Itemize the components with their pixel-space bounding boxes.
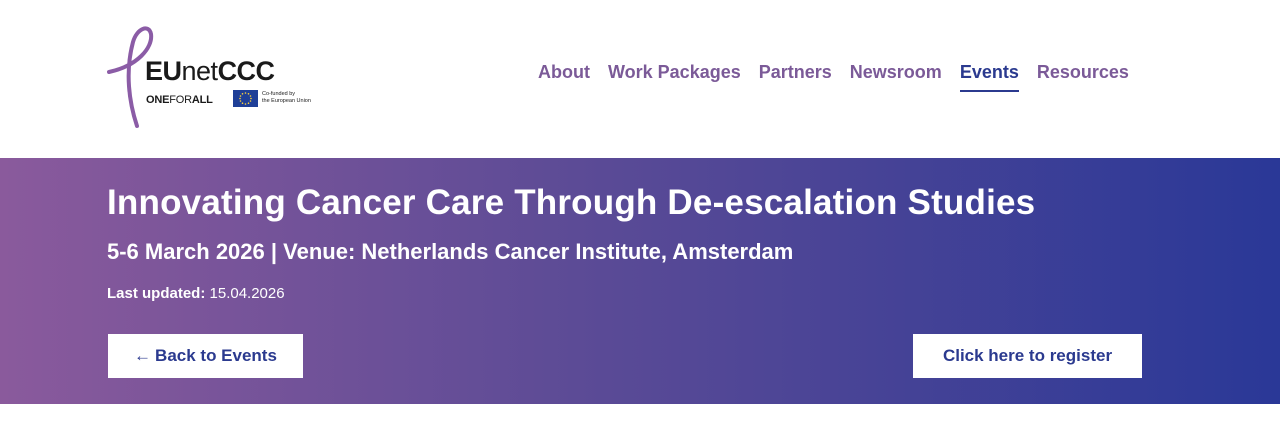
last-updated: Last updated: 15.04.2026 xyxy=(107,285,285,302)
event-title: Innovating Cancer Care Through De-escala… xyxy=(107,183,1036,222)
logo-tagline: ONEFORALL xyxy=(146,94,213,106)
nav-item-partners[interactable]: Partners xyxy=(759,62,832,92)
nav-item-work-packages[interactable]: Work Packages xyxy=(608,62,741,92)
logo-wordmark: EUnetCCC xyxy=(145,56,275,86)
back-to-events-button[interactable]: ← Back to Events xyxy=(108,334,303,378)
last-updated-value: 15.04.2026 xyxy=(209,285,285,302)
event-banner: Innovating Cancer Care Through De-escala… xyxy=(0,158,1280,404)
eu-flag-icon xyxy=(233,90,258,107)
main-nav: About Work Packages Partners Newsroom Ev… xyxy=(538,62,1129,92)
logo[interactable]: EUnetCCC ONEFORALL Co-funded by the Euro… xyxy=(107,22,327,132)
register-button[interactable]: Click here to register xyxy=(913,334,1142,378)
last-updated-label: Last updated: xyxy=(107,285,206,302)
arrow-left-icon: ← xyxy=(134,346,152,365)
nav-item-events[interactable]: Events xyxy=(959,62,1019,92)
back-to-events-label: Back to Events xyxy=(155,346,277,365)
nav-item-resources[interactable]: Resources xyxy=(1037,62,1129,92)
nav-item-about[interactable]: About xyxy=(538,62,590,92)
event-date-venue: 5-6 March 2026 | Venue: Netherlands Canc… xyxy=(107,239,794,264)
site-header: EUnetCCC ONEFORALL Co-funded by the Euro… xyxy=(0,0,1280,158)
eu-cofunded-text: Co-funded by the European Union xyxy=(262,91,311,104)
register-label: Click here to register xyxy=(942,346,1113,365)
nav-item-newsroom[interactable]: Newsroom xyxy=(850,62,942,92)
